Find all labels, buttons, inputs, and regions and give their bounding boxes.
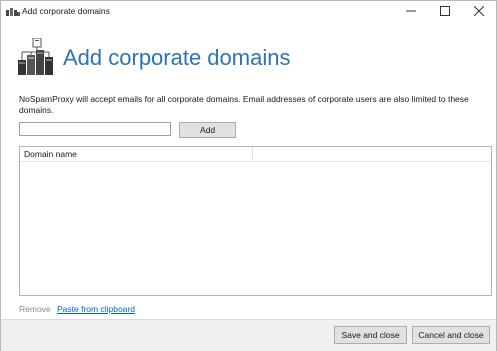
minimize-icon bbox=[406, 10, 416, 12]
column-header-domain-name[interactable]: Domain name bbox=[24, 149, 77, 159]
maximize-button[interactable] bbox=[428, 1, 462, 21]
close-button[interactable] bbox=[462, 1, 496, 21]
description-text: NoSpamProxy will accept emails for all c… bbox=[19, 94, 469, 115]
cancel-and-close-button[interactable]: Cancel and close bbox=[412, 326, 490, 344]
title-bar[interactable]: Add corporate domains bbox=[1, 1, 496, 21]
add-button[interactable]: Add bbox=[179, 122, 236, 138]
servers-icon bbox=[6, 6, 20, 16]
servers-icon bbox=[18, 37, 56, 76]
list-header: Domain name bbox=[20, 147, 491, 162]
save-and-close-button[interactable]: Save and close bbox=[334, 326, 407, 344]
window-title: Add corporate domains bbox=[22, 6, 110, 16]
remove-link[interactable]: Remove bbox=[19, 304, 51, 314]
maximize-icon bbox=[440, 6, 450, 16]
paste-from-clipboard-link[interactable]: Paste from clipboard bbox=[57, 304, 135, 314]
column-divider[interactable] bbox=[252, 148, 253, 160]
domain-input[interactable] bbox=[19, 122, 171, 136]
page-title: Add corporate domains bbox=[63, 45, 291, 70]
close-icon bbox=[474, 6, 484, 16]
minimize-button[interactable] bbox=[394, 1, 428, 21]
dialog-window: Add corporate domains Add corporate doma… bbox=[0, 0, 497, 351]
domain-list[interactable]: Domain name bbox=[19, 146, 492, 296]
